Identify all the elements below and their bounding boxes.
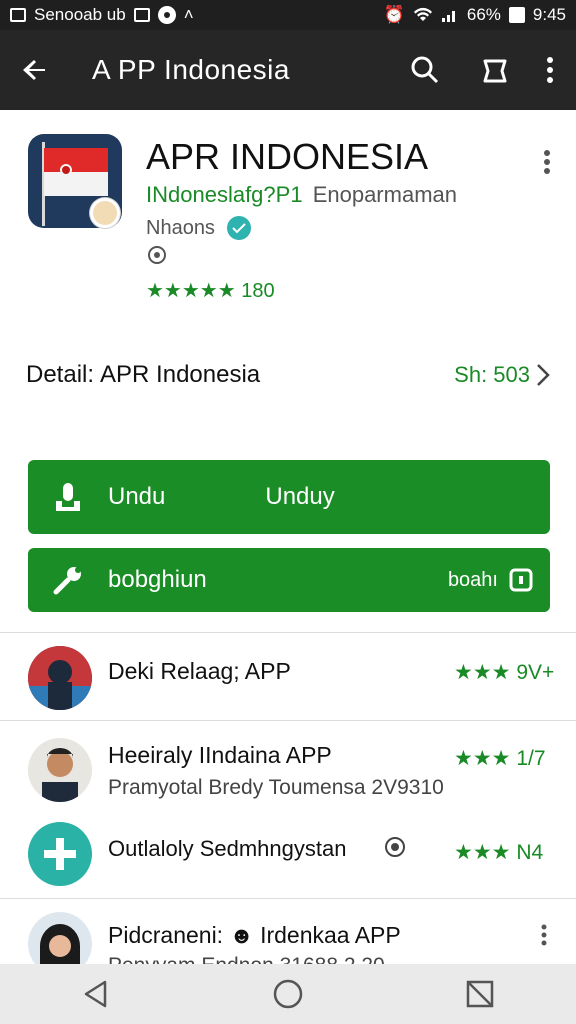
meta-text: Nhaons bbox=[146, 216, 215, 239]
wifi-icon bbox=[413, 7, 432, 21]
avatar bbox=[28, 738, 92, 802]
search-icon bbox=[411, 56, 439, 84]
app-bar-title: A PP Indonesia bbox=[92, 54, 290, 85]
list-item-rating: ★★★ N4 bbox=[454, 841, 544, 864]
download-button[interactable]: Undu Unduy bbox=[28, 460, 550, 534]
notification-dot-icon bbox=[157, 6, 176, 24]
list-item[interactable]: Heeiraly IIndaina APP Pramyotal Bredy To… bbox=[0, 724, 576, 814]
detail-size: Sh: 503 bbox=[454, 362, 530, 387]
battery-percent: 66% bbox=[466, 5, 501, 24]
chevron-right-icon bbox=[537, 364, 550, 386]
list-item-title-prefix: Pidcraneni: bbox=[108, 922, 224, 948]
info-icon bbox=[385, 837, 405, 857]
secondary-label: bobghiun bbox=[108, 566, 207, 593]
list-item-title: Deki Relaag; APP bbox=[108, 658, 291, 684]
back-arrow-icon bbox=[23, 60, 45, 80]
list-item-title: Heeiraly IIndaina APP bbox=[108, 742, 332, 768]
notification-icon bbox=[10, 8, 26, 22]
list-item-more-button[interactable] bbox=[540, 924, 548, 951]
detail-label: Detail: bbox=[26, 361, 95, 388]
download-label-center: Unduy bbox=[265, 483, 335, 510]
clock: 9:45 bbox=[532, 5, 566, 24]
flag-red-stripe bbox=[44, 148, 108, 172]
secondary-right-label: boahı bbox=[447, 568, 498, 591]
list-item-title: Outlaloly Sedmhngystan bbox=[108, 836, 347, 861]
developer-avatar bbox=[90, 198, 120, 228]
more-vert-icon bbox=[544, 150, 550, 174]
list-item-subtitle: Pramyotal Bredy Toumensa 2V9310 bbox=[108, 776, 444, 799]
download-icon-wrap bbox=[28, 460, 108, 534]
status-bar: Senooab ub ˄ ⏰ 66% 9:45 bbox=[0, 0, 576, 30]
verified-icon bbox=[226, 216, 251, 240]
developer-link[interactable]: INdoneslafg?P1 bbox=[146, 182, 303, 207]
download-label: Undu bbox=[108, 483, 166, 510]
nav-back-button[interactable] bbox=[56, 964, 136, 1024]
settings-icon bbox=[148, 246, 166, 264]
app-header: APR INDONESIA INdoneslafg?P1 Enoparmaman… bbox=[0, 110, 576, 320]
download-icon bbox=[56, 483, 80, 511]
flag-white-stripe bbox=[44, 172, 108, 196]
list-item-title-suffix: Irdenkaa APP bbox=[260, 922, 401, 948]
emblem-icon bbox=[60, 164, 72, 176]
divider bbox=[0, 632, 576, 633]
app-category: Enoparmaman bbox=[312, 182, 457, 207]
list-item[interactable]: Pidcraneni: ☻ Irdenkaa APP Penyyam Endno… bbox=[0, 902, 576, 964]
list-item-rating: ★★★ 1/7 bbox=[454, 747, 546, 770]
more-options-button[interactable] bbox=[530, 30, 570, 110]
alarm-icon: ⏰ bbox=[383, 5, 405, 24]
battery-icon bbox=[508, 7, 525, 23]
avatar bbox=[28, 912, 92, 964]
back-button[interactable] bbox=[0, 30, 70, 110]
bookmark-icon bbox=[483, 59, 507, 83]
nav-recents-button[interactable] bbox=[440, 964, 520, 1024]
square-recents-icon bbox=[466, 980, 494, 1008]
list-item[interactable]: Outlaloly Sedmhngystan ★★★ N4 bbox=[0, 814, 576, 894]
list-item-subtitle: Penyyam Endnon 31688 2 20 bbox=[108, 954, 385, 964]
divider bbox=[0, 720, 576, 721]
list-item[interactable]: Deki Relaag; APP ★★★ 9V+ bbox=[0, 636, 576, 716]
notification-icon-2 bbox=[133, 8, 150, 22]
app-rating: ★★★★★ 180 bbox=[146, 280, 275, 302]
secondary-button[interactable]: bobghiun boahı bbox=[28, 548, 550, 612]
app-title: APR INDONESIA bbox=[146, 136, 429, 177]
app-bar: A PP Indonesia bbox=[0, 30, 576, 110]
meta-line: Nhaons bbox=[146, 216, 251, 240]
detail-row[interactable]: Detail: APR Indonesia Sh: 503 bbox=[0, 340, 576, 410]
notification-small-icon: ˄ bbox=[183, 5, 194, 24]
nav-home-button[interactable] bbox=[248, 964, 328, 1024]
signal-icon bbox=[441, 11, 455, 22]
list-item-rating: ★★★ 9V+ bbox=[454, 661, 555, 684]
lock-icon bbox=[509, 568, 533, 592]
navigation-bar bbox=[0, 964, 576, 1024]
person-icon: ☻ bbox=[229, 922, 254, 948]
more-vert-icon bbox=[547, 57, 553, 83]
divider bbox=[0, 898, 576, 899]
detail-value: APR Indonesia bbox=[100, 361, 261, 388]
wrench-icon bbox=[53, 567, 81, 595]
wrench-icon-wrap bbox=[28, 548, 108, 612]
app-more-button[interactable] bbox=[532, 142, 562, 182]
triangle-back-icon bbox=[84, 980, 107, 1008]
list-item-title: Pidcraneni: ☻ Irdenkaa APP bbox=[108, 922, 401, 949]
search-button[interactable] bbox=[390, 30, 460, 110]
avatar bbox=[28, 646, 92, 710]
add-icon bbox=[28, 822, 92, 886]
circle-home-icon bbox=[273, 979, 303, 1009]
status-left-text: Senooab ub bbox=[34, 5, 126, 24]
developer-line: INdoneslafg?P1 Enoparmaman bbox=[146, 182, 457, 208]
bookmark-button[interactable] bbox=[460, 30, 530, 110]
more-vert-icon bbox=[541, 924, 547, 946]
